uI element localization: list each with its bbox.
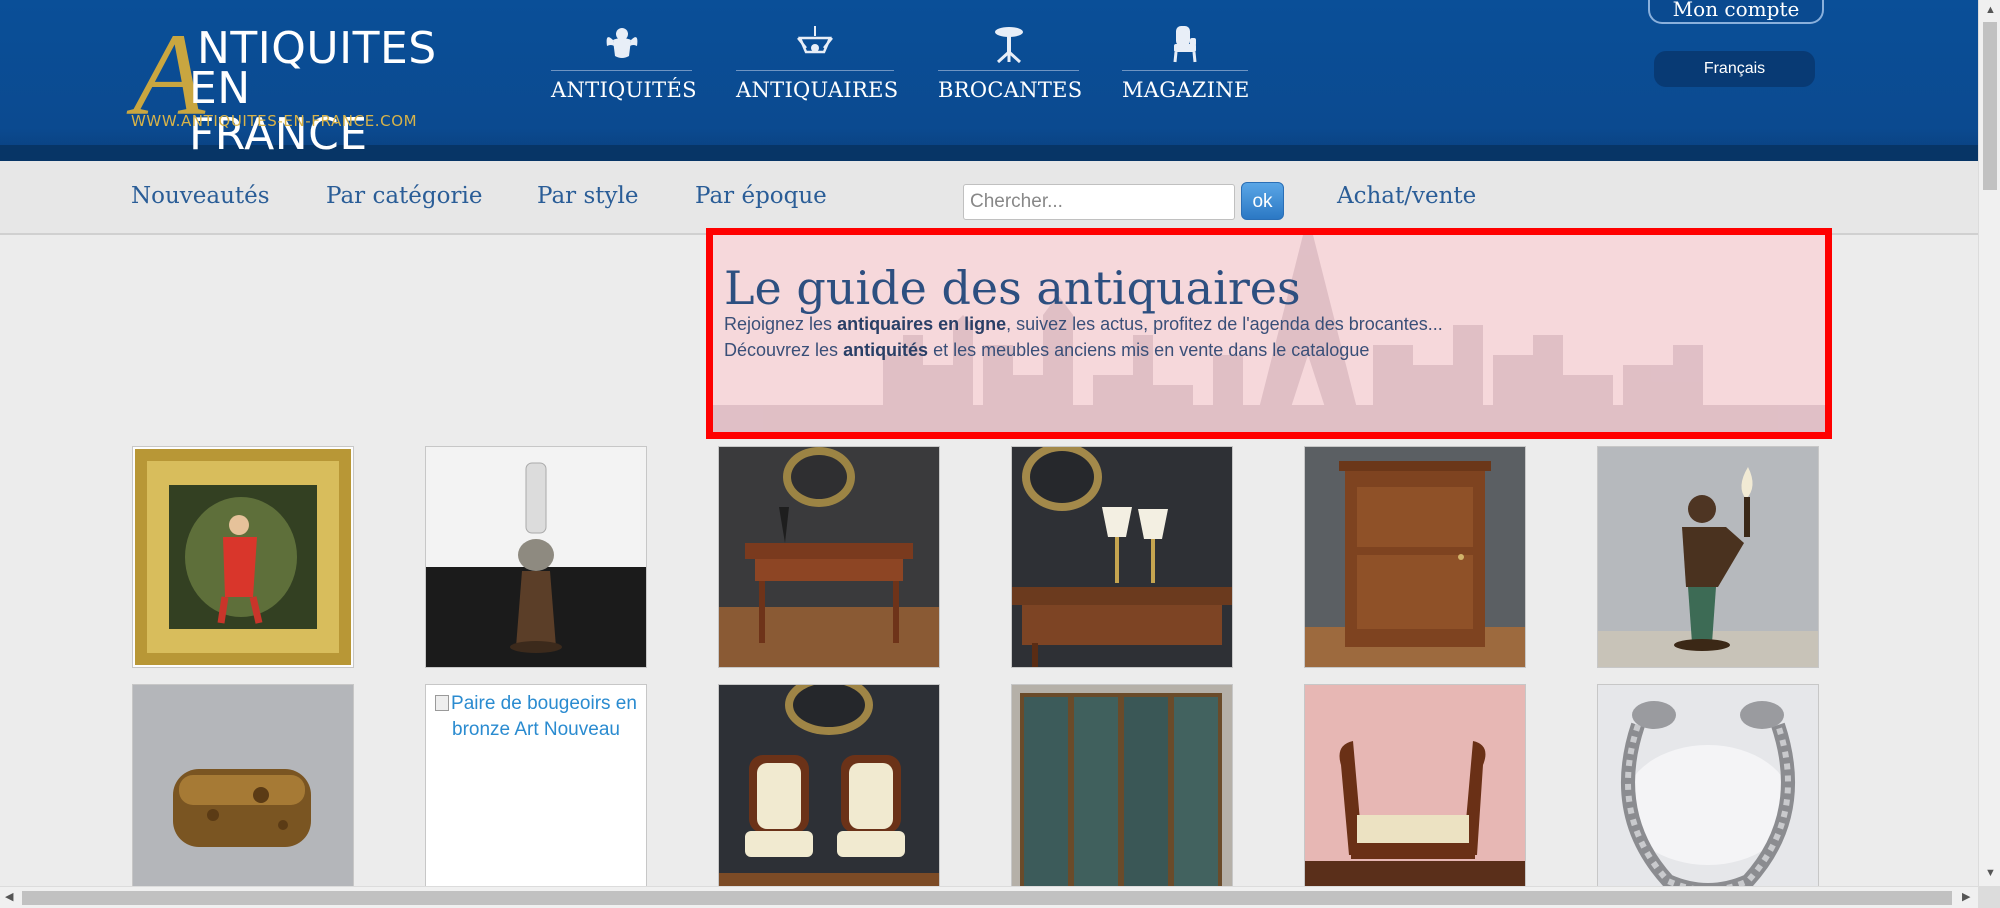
broken-image-icon [435, 695, 450, 711]
nav-label: ANTIQUITÉS [551, 78, 697, 102]
product-thumbnail[interactable] [132, 684, 354, 906]
guide-title: Le guide des antiquaires [724, 261, 1301, 315]
daybed-image [1305, 685, 1525, 905]
product-thumbnail[interactable] [425, 446, 647, 668]
guide-banner: Le guide des antiquaires Rejoignez les a… [706, 228, 1832, 439]
cherub-icon [606, 28, 637, 58]
scroll-up-arrow-icon[interactable]: ▲ [1985, 5, 1996, 16]
broken-image-alt-text: Paire de bougeoirs en bronze Art Nouveau [426, 685, 646, 743]
my-account-button[interactable]: Mon compte [1648, 0, 1824, 24]
link-antiquites[interactable]: antiquités [843, 340, 928, 360]
vertical-scroll-thumb[interactable] [1983, 22, 1997, 190]
nav-label: BROCANTES [938, 78, 1083, 102]
wooden-cabinet-image [1305, 447, 1525, 667]
wooden-box-image [133, 685, 353, 905]
desk-with-lamps-image [1012, 447, 1232, 667]
folding-screen-image [1012, 685, 1232, 905]
nav-brocantes[interactable]: BROCANTES [938, 20, 1083, 110]
nav-magazine[interactable]: MAGAZINE [1122, 20, 1250, 110]
scroll-left-arrow-icon[interactable]: ◀ [5, 892, 13, 903]
product-thumbnail[interactable] [1304, 446, 1526, 668]
subnav-achat-vente[interactable]: Achat/vente [1337, 183, 1476, 209]
subnav-nouveautes[interactable]: Nouveautés [131, 183, 270, 209]
silver-bracelet-image [1598, 685, 1818, 905]
subnav-par-style[interactable]: Par style [537, 183, 638, 209]
nav-antiquites[interactable]: ANTIQUITÉS [551, 20, 697, 110]
scroll-right-arrow-icon[interactable]: ▶ [1962, 892, 1970, 903]
guide-text-line-2: Découvrez les antiquités et les meubles … [724, 340, 1370, 360]
product-thumbnail[interactable] [718, 446, 940, 668]
framed-painting-image [133, 447, 353, 667]
subnav-par-epoque[interactable]: Par époque [695, 183, 827, 209]
logo-url: WWW.ANTIQUITES-EN-FRANCE.COM [131, 112, 418, 130]
language-selector[interactable]: Français [1654, 51, 1815, 87]
product-thumbnail[interactable] [718, 684, 940, 906]
product-thumbnail[interactable] [1011, 446, 1233, 668]
product-thumbnail-broken[interactable]: Paire de bougeoirs en bronze Art Nouveau [425, 684, 647, 906]
search-ok-button[interactable]: ok [1241, 182, 1284, 220]
nav-label: MAGAZINE [1122, 78, 1250, 102]
nav-label: ANTIQUAIRES [736, 78, 899, 102]
bronze-statue-lamp-image [1598, 447, 1818, 667]
link-antiquaires-en-ligne[interactable]: antiquaires en ligne [837, 314, 1006, 334]
horizontal-scroll-thumb[interactable] [22, 891, 1952, 905]
product-thumbnail[interactable] [1011, 684, 1233, 906]
vertical-scrollbar[interactable]: ▲ ▼ [1978, 0, 2000, 908]
chandelier-icon [797, 26, 833, 54]
scrollbar-corner [1978, 886, 2000, 908]
subnav-par-categorie[interactable]: Par catégorie [326, 183, 482, 209]
scroll-down-arrow-icon[interactable]: ▼ [1985, 868, 1996, 879]
oil-lamp-image [426, 447, 646, 667]
writing-desk-image [719, 447, 939, 667]
guide-text-line-1: Rejoignez les antiquaires en ligne, suiv… [724, 314, 1443, 334]
armchair-icon [1173, 26, 1197, 63]
product-thumbnail[interactable] [1304, 684, 1526, 906]
site-logo[interactable]: A NTIQUITES EN FRANCE WWW.ANTIQUITES-EN-… [131, 16, 436, 158]
search-input[interactable] [963, 184, 1235, 220]
gueridon-table-icon [994, 27, 1023, 64]
sub-navigation: Nouveautés Par catégorie Par style Par é… [0, 161, 1978, 235]
product-thumbnail[interactable] [1597, 446, 1819, 668]
nav-antiquaires[interactable]: ANTIQUAIRES [736, 20, 899, 110]
pair-of-chairs-image [719, 685, 939, 905]
product-thumbnail[interactable] [1597, 684, 1819, 906]
product-thumbnail[interactable] [132, 446, 354, 668]
horizontal-scrollbar[interactable]: ◀ ▶ [0, 886, 1978, 908]
